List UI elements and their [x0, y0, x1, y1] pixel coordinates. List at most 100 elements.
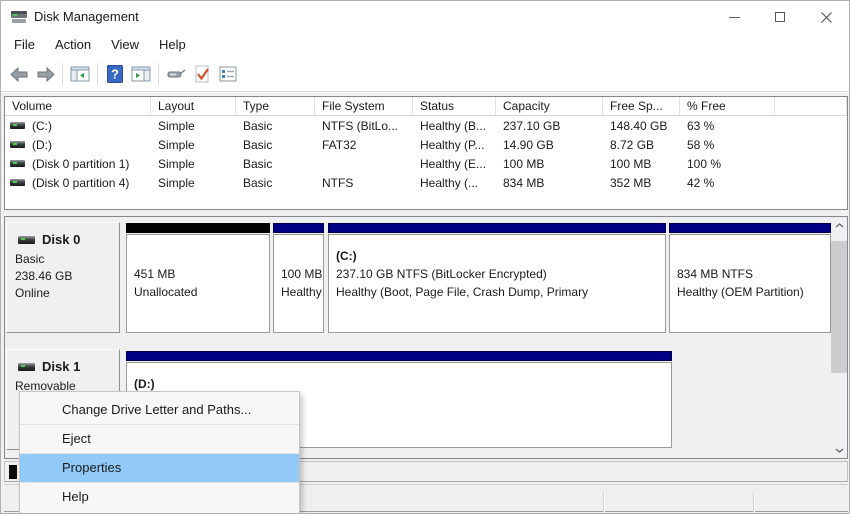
col-type[interactable]: Type	[236, 97, 315, 115]
volume-name: (Disk 0 partition 1)	[32, 156, 130, 171]
scroll-down-button[interactable]	[831, 442, 847, 458]
volume-icon	[10, 179, 25, 186]
volume-cell: (D:)	[5, 138, 151, 152]
help-icon: ?	[107, 65, 123, 83]
scroll-up-button[interactable]	[831, 217, 847, 233]
toolbar-separator	[97, 63, 98, 85]
toolbar: ?	[1, 57, 849, 92]
menu-help[interactable]: Help	[149, 33, 196, 57]
back-button[interactable]	[6, 62, 32, 87]
capacity-cell: 14.90 GB	[503, 137, 554, 152]
check-tool-button[interactable]	[189, 62, 215, 87]
volume-name: (Disk 0 partition 4)	[32, 175, 130, 190]
menu-item-properties[interactable]: Properties	[20, 454, 299, 482]
volume-cell: (C:)	[5, 119, 151, 133]
disk0-type: Basic	[15, 252, 45, 266]
partition-color-bar	[669, 223, 831, 233]
table-row-d[interactable]: (D:) Simple Basic FAT32 Healthy (P... 14…	[5, 135, 847, 154]
disk-management-window: Disk Management File Action View Help ? …	[0, 0, 850, 514]
scrollbar-thumb[interactable]	[831, 241, 847, 373]
properties-tool-button[interactable]	[215, 62, 241, 87]
partition-status: Unallocated	[134, 285, 198, 299]
partition-unallocated[interactable]: 451 MB Unallocated	[126, 223, 270, 333]
disk0-capacity: 238.46 GB	[15, 269, 73, 283]
partition-label	[281, 247, 323, 265]
menu-action[interactable]: Action	[45, 33, 101, 57]
disk0-label-panel[interactable]: Disk 0 Basic 238.46 GB Online	[6, 222, 120, 333]
forward-button[interactable]	[32, 62, 58, 87]
partition-size: 100 MB	[281, 267, 323, 281]
context-menu: Change Drive Letter and Paths... Eject P…	[19, 391, 300, 513]
partition-efi[interactable]: 100 MB Healthy (EFI Sy	[273, 223, 324, 333]
volume-name: (D:)	[32, 137, 52, 152]
close-button[interactable]	[803, 1, 849, 33]
action-pane-icon	[131, 66, 151, 82]
menu-item-eject[interactable]: Eject	[20, 425, 299, 453]
disk1-name: Disk 1	[42, 359, 81, 374]
type-cell: Basic	[243, 137, 273, 152]
statusbar-divider	[753, 492, 755, 512]
partition-oem[interactable]: 834 MB NTFS Healthy (OEM Partition)	[669, 223, 831, 333]
partition-size: 834 MB NTFS	[677, 267, 754, 281]
col-empty	[775, 97, 847, 115]
disk0-title: Disk 0	[15, 232, 119, 247]
window-controls	[711, 1, 849, 33]
status-cell: Healthy (...	[420, 175, 479, 190]
maximize-button[interactable]	[757, 1, 803, 33]
vertical-scrollbar[interactable]	[831, 217, 847, 458]
layout-cell: Simple	[158, 156, 195, 171]
menu-item-help[interactable]: Help	[20, 483, 299, 511]
fs-cell: FAT32	[322, 137, 357, 152]
menubar: File Action View Help	[1, 33, 849, 57]
toolbar-separator	[158, 63, 159, 85]
disk1-title: Disk 1	[15, 359, 119, 374]
partition-status: Healthy (EFI Sy	[281, 285, 323, 299]
disk0-details: Basic 238.46 GB Online	[15, 251, 119, 302]
partition-label	[134, 247, 269, 265]
fs-cell: NTFS	[322, 175, 354, 190]
fs-cell: NTFS (BitLo...	[322, 118, 399, 133]
type-cell: Basic	[243, 175, 273, 190]
help-button[interactable]: ?	[102, 62, 128, 87]
unallocated-legend-swatch	[9, 465, 17, 479]
checkmark-icon	[195, 65, 209, 83]
disk0-name: Disk 0	[42, 232, 81, 247]
menu-view[interactable]: View	[101, 33, 149, 57]
console-tree-icon	[70, 66, 90, 82]
show-console-tree-button[interactable]	[67, 62, 93, 87]
volume-list-pane: Volume Layout Type File System Status Ca…	[4, 96, 848, 210]
layout-cell: Simple	[158, 118, 195, 133]
col-status[interactable]: Status	[413, 97, 496, 115]
col-volume[interactable]: Volume	[5, 97, 151, 115]
table-row-c[interactable]: (C:) Simple Basic NTFS (BitLo... Healthy…	[5, 116, 847, 135]
minimize-button[interactable]	[711, 1, 757, 33]
menu-file[interactable]: File	[4, 33, 45, 57]
pct-cell: 100 %	[687, 156, 722, 171]
table-row-partition4[interactable]: (Disk 0 partition 4) Simple Basic NTFS H…	[5, 173, 847, 192]
partition-c[interactable]: (C:) 237.10 GB NTFS (BitLocker Encrypted…	[328, 223, 666, 333]
volume-table-header: Volume Layout Type File System Status Ca…	[5, 97, 847, 116]
svg-text:?: ?	[111, 67, 119, 82]
chevron-down-icon	[835, 448, 843, 453]
col-capacity[interactable]: Capacity	[496, 97, 603, 115]
col-layout[interactable]: Layout	[151, 97, 236, 115]
back-arrow-icon	[9, 66, 27, 82]
volume-cell: (Disk 0 partition 4)	[5, 176, 151, 190]
pct-cell: 42 %	[687, 175, 715, 190]
disk-icon	[18, 362, 35, 371]
table-row-partition1[interactable]: (Disk 0 partition 1) Simple Basic Health…	[5, 154, 847, 173]
popup-window-button[interactable]	[163, 62, 189, 87]
layout-cell: Simple	[158, 175, 195, 190]
volume-cell: (Disk 0 partition 1)	[5, 157, 151, 171]
status-cell: Healthy (B...	[420, 118, 487, 133]
col-pct-free[interactable]: % Free	[680, 97, 775, 115]
partition-color-bar	[126, 351, 672, 361]
disk-icon	[18, 235, 35, 244]
window-title: Disk Management	[34, 9, 139, 24]
col-file-system[interactable]: File System	[315, 97, 413, 115]
menu-item-change-drive-letter[interactable]: Change Drive Letter and Paths...	[20, 396, 299, 424]
show-action-pane-button[interactable]	[128, 62, 154, 87]
col-free-space[interactable]: Free Sp...	[603, 97, 680, 115]
capacity-cell: 100 MB	[503, 156, 545, 171]
type-cell: Basic	[243, 118, 273, 133]
